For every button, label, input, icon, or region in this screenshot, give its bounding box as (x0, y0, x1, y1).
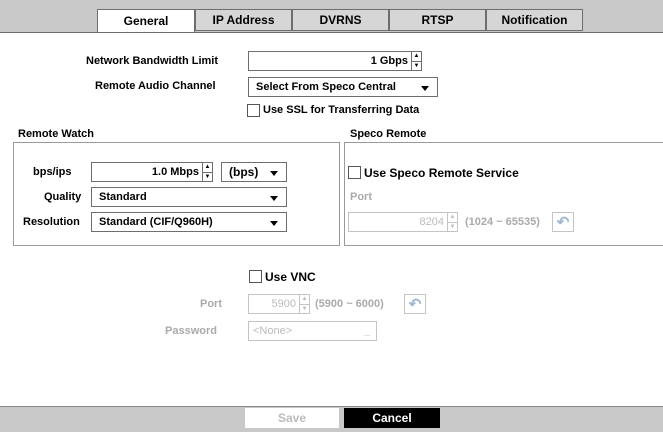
tab-rtsp[interactable]: RTSP (389, 9, 486, 31)
ellipsis-icon: _ (363, 325, 370, 337)
ssl-checkbox[interactable] (247, 104, 260, 117)
bandwidth-label: Network Bandwidth Limit (86, 55, 218, 67)
bps-unit-value: (bps) (229, 165, 259, 179)
quality-select[interactable]: Standard (91, 187, 287, 207)
vnc-password-field[interactable]: <None> _ (248, 321, 377, 341)
speco-remote-checkbox[interactable] (348, 166, 361, 179)
chevron-down-icon (421, 86, 429, 91)
undo-icon[interactable]: ↶ (552, 212, 574, 232)
vnc-port-spin-icon[interactable]: ▲ ▼ (299, 295, 309, 313)
bandwidth-value: 1 Gbps (370, 55, 408, 67)
audio-select[interactable]: Select From Speco Central (248, 77, 438, 97)
bps-value: 1.0 Mbps (151, 166, 199, 178)
bps-unit-select[interactable]: (bps) (221, 162, 287, 182)
vnc-port-label: Port (200, 298, 222, 310)
vnc-port-range: (5900 ~ 6000) (315, 298, 384, 310)
speco-port-range: (1024 ~ 65535) (465, 216, 540, 228)
cancel-button[interactable]: Cancel (344, 408, 440, 428)
resolution-label: Resolution (23, 216, 80, 228)
chevron-down-icon (270, 221, 278, 226)
bps-spin-icon[interactable]: ▲ ▼ (202, 163, 212, 181)
vnc-port-value: 5900 (271, 298, 296, 310)
vnc-password-label: Password (165, 325, 217, 337)
ssl-label: Use SSL for Transferring Data (263, 104, 420, 116)
bps-label: bps/ips (33, 166, 72, 178)
quality-label: Quality (44, 191, 82, 203)
audio-label: Remote Audio Channel (95, 80, 216, 92)
audio-value: Select From Speco Central (256, 81, 396, 93)
chevron-down-icon (270, 196, 278, 201)
vnc-checkbox[interactable] (249, 270, 262, 283)
resolution-select[interactable]: Standard (CIF/Q960H) (91, 212, 287, 232)
speco-remote-title: Speco Remote (350, 128, 427, 140)
bandwidth-spin-icon[interactable]: ▲ ▼ (411, 52, 421, 70)
resolution-value: Standard (CIF/Q960H) (99, 216, 213, 228)
speco-port-value: 8204 (419, 216, 444, 228)
tab-notification[interactable]: Notification (486, 9, 583, 31)
quality-value: Standard (99, 191, 147, 203)
save-button[interactable]: Save (245, 408, 339, 428)
vnc-password-value: <None> (253, 325, 293, 337)
speco-port-label: Port (350, 191, 372, 203)
speco-remote-label: Use Speco Remote Service (364, 166, 519, 180)
bps-stepper[interactable]: 1.0 Mbps ▲ ▼ (91, 162, 213, 182)
vnc-port-stepper[interactable]: 5900 ▲ ▼ (248, 294, 310, 314)
bandwidth-stepper[interactable]: 1 Gbps ▲ ▼ (248, 51, 422, 71)
speco-port-spin-icon[interactable]: ▲ ▼ (447, 213, 457, 231)
remote-watch-title: Remote Watch (18, 128, 94, 140)
vnc-label: Use VNC (265, 270, 316, 284)
undo-icon[interactable]: ↶ (404, 294, 426, 314)
tab-ip-address[interactable]: IP Address (195, 9, 292, 31)
speco-port-stepper[interactable]: 8204 ▲ ▼ (348, 212, 458, 232)
tab-general[interactable]: General (97, 9, 195, 33)
tab-dvrns[interactable]: DVRNS (292, 9, 389, 31)
chevron-down-icon (270, 171, 278, 176)
